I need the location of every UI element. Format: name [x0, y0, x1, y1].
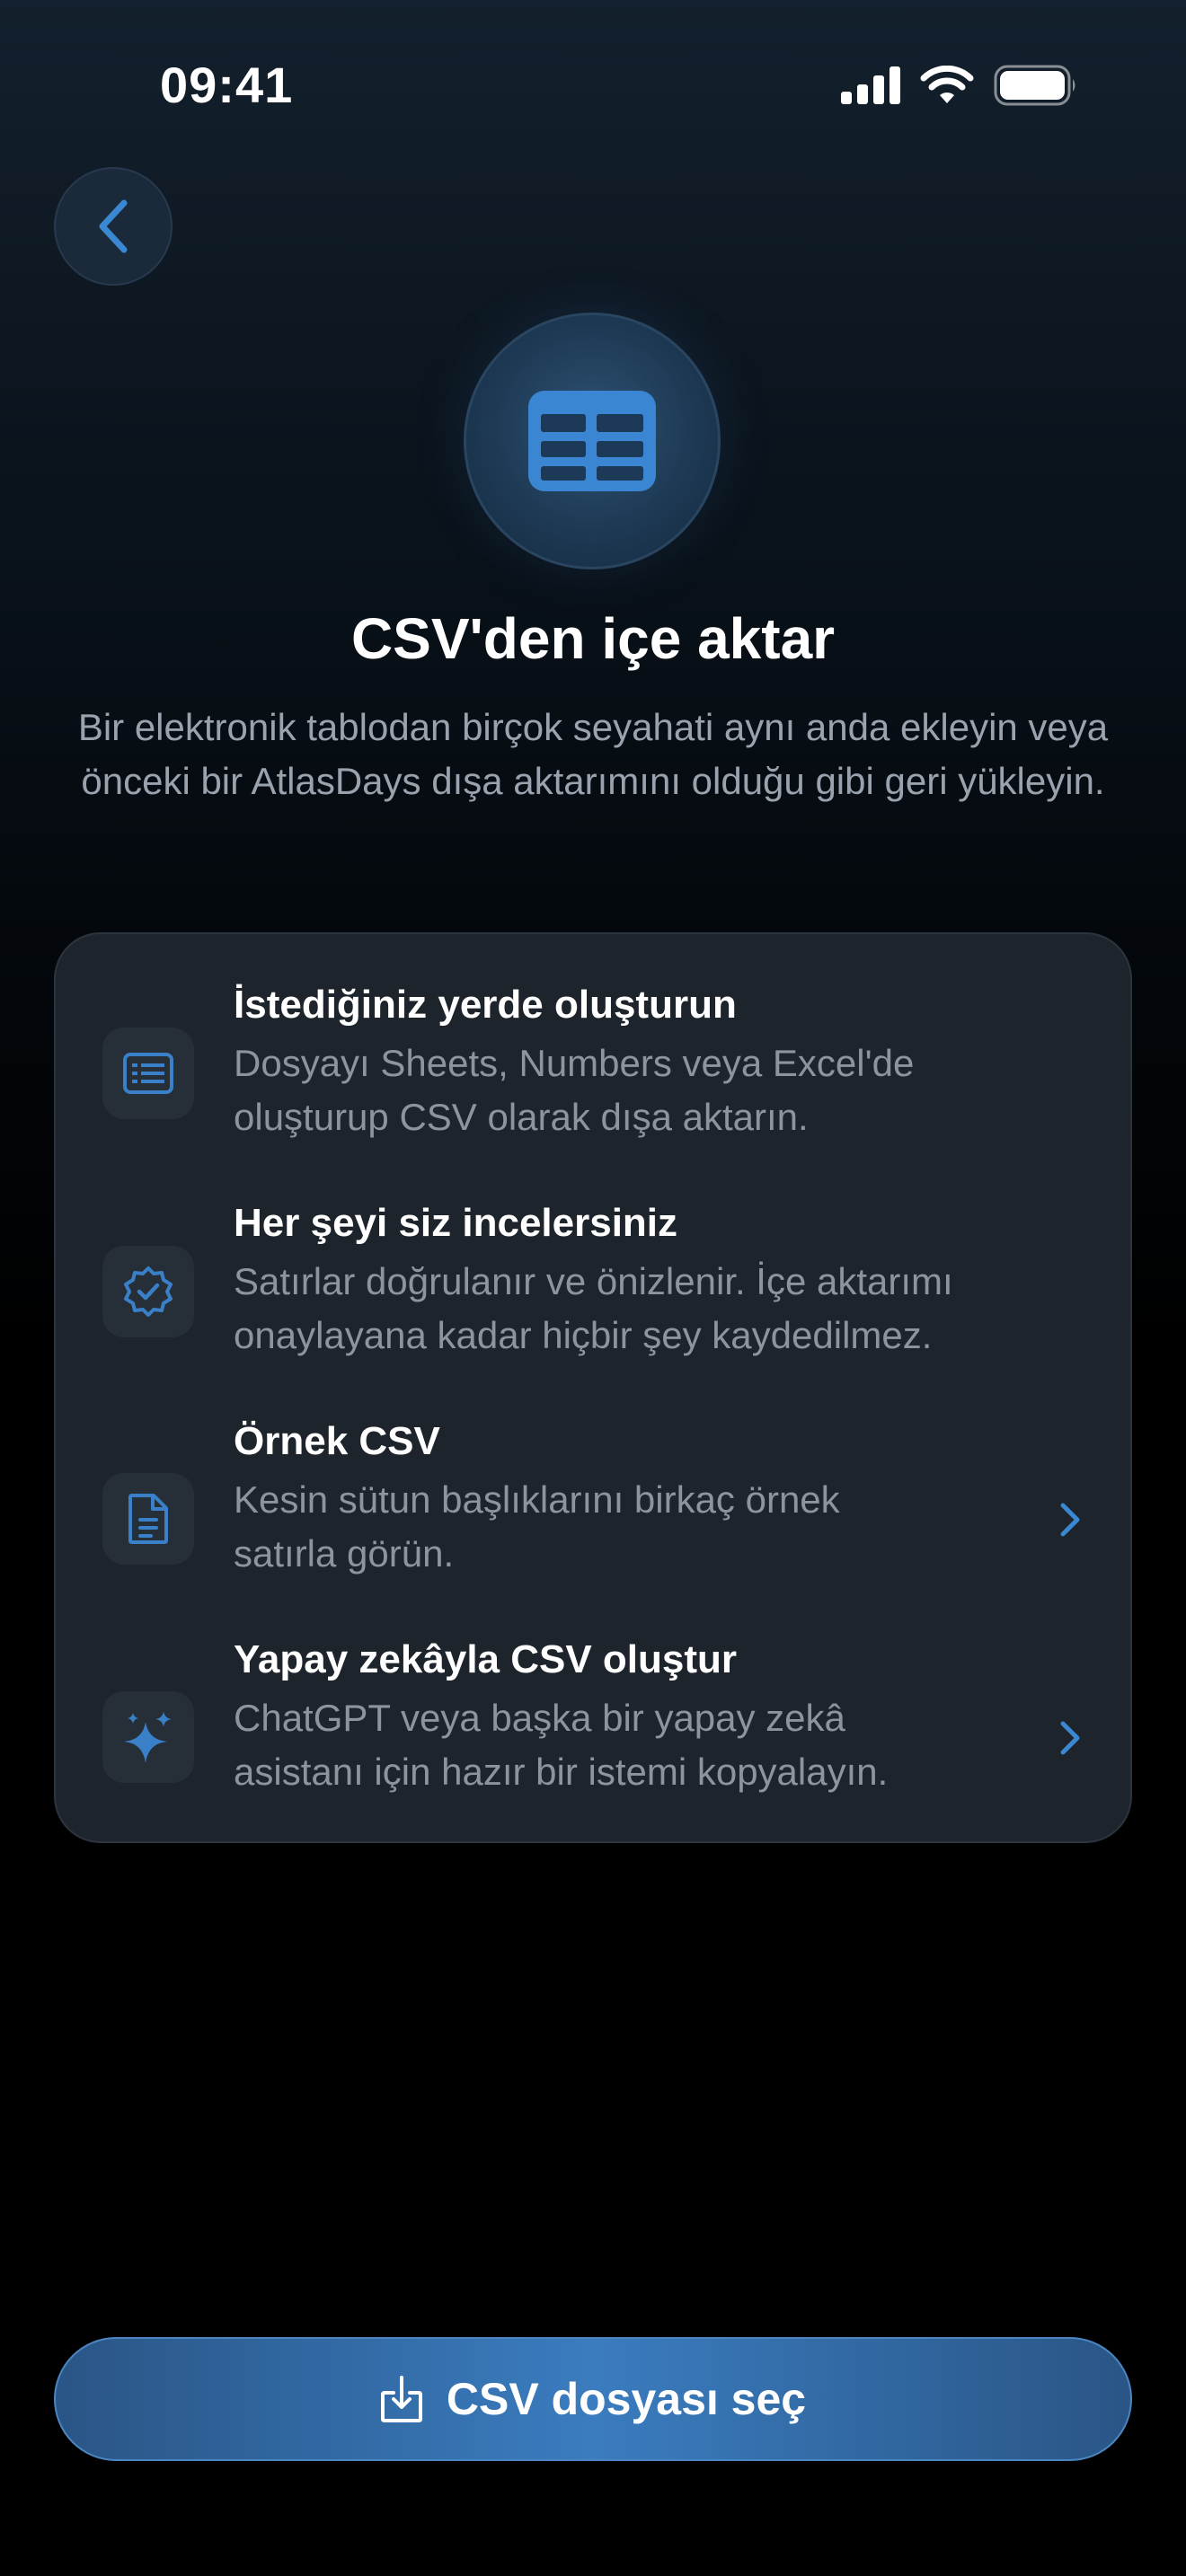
row-icon-container	[102, 1246, 194, 1337]
row-icon-container	[102, 1691, 194, 1783]
battery-icon	[994, 65, 1075, 106]
table-icon	[528, 391, 656, 491]
row-description: Satırlar doğrulanır ve önizlenir. İçe ak…	[234, 1260, 953, 1356]
page-title: CSV'den içe aktar	[350, 606, 836, 671]
ai-csv-row[interactable]: Yapay zekâyla CSV oluştur ChatGPT veya b…	[56, 1637, 1130, 1799]
row-icon-container	[102, 1473, 194, 1565]
page-subtitle: Bir elektronik tablodan birçok seyahati …	[77, 706, 1109, 802]
status-icons	[841, 65, 1078, 106]
row-title: İstediğiniz yerde oluşturun	[234, 983, 737, 1027]
row-title: Yapay zekâyla CSV oluştur	[234, 1637, 738, 1681]
row-title: Her şeyi siz incelersiniz	[234, 1201, 678, 1245]
cellular-signal-icon	[841, 66, 900, 104]
back-button[interactable]	[54, 167, 173, 286]
verified-badge-icon	[124, 1266, 173, 1317]
row-title: Örnek CSV	[234, 1419, 440, 1463]
import-csv-screen: 09:41 CSV'den içe aktar Bir elektronik t…	[0, 0, 1186, 2576]
document-icon	[128, 1494, 168, 1544]
row-description: Kesin sütun başlıklarını birkaç örnek sa…	[234, 1478, 840, 1575]
sample-csv-row[interactable]: Örnek CSV Kesin sütun başlıklarını birka…	[56, 1419, 1130, 1581]
info-card: İstediğiniz yerde oluşturun Dosyayı Shee…	[54, 932, 1132, 1843]
chevron-right-icon	[1060, 1721, 1080, 1755]
wifi-icon	[920, 66, 974, 103]
row-icon-container	[102, 1028, 194, 1119]
sparkles-icon	[124, 1711, 172, 1763]
info-row-review: Her şeyi siz incelersiniz Satırlar doğru…	[56, 1201, 1130, 1363]
chevron-left-icon	[99, 199, 128, 253]
row-description: ChatGPT veya başka bir yapay zekâ asista…	[234, 1697, 889, 1793]
table-hero-badge	[464, 313, 721, 569]
chevron-right-icon	[1060, 1503, 1080, 1537]
info-row-create-anywhere: İstediğiniz yerde oluşturun Dosyayı Shee…	[56, 983, 1130, 1144]
status-time: 09:41	[160, 57, 294, 113]
row-description: Dosyayı Sheets, Numbers veya Excel'de ol…	[234, 1042, 915, 1138]
download-tray-icon	[380, 2376, 422, 2422]
choose-csv-file-label: CSV dosyası seç	[446, 2374, 807, 2424]
choose-csv-file-button[interactable]: CSV dosyası seç	[54, 2337, 1132, 2461]
list-document-icon	[123, 1053, 173, 1094]
